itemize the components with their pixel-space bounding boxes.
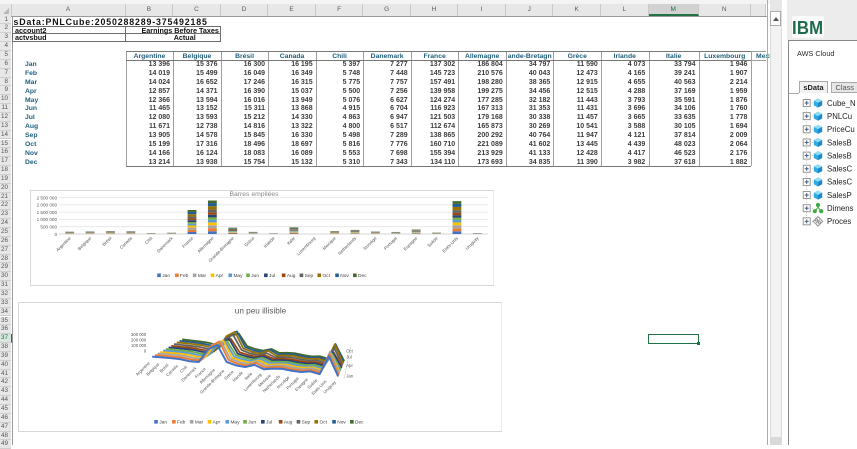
svg-text:Apr: Apr <box>346 363 353 368</box>
svg-text:1 500 000: 1 500 000 <box>36 210 57 215</box>
svg-text:Aug: Aug <box>284 419 293 425</box>
svg-text:Jul: Jul <box>266 419 272 425</box>
svg-text:Jul: Jul <box>346 354 352 359</box>
svg-text:Jan: Jan <box>159 419 167 425</box>
svg-text:Oct: Oct <box>322 273 330 279</box>
svg-text:Dimens: Dimens <box>827 204 854 213</box>
svg-text:Dec: Dec <box>358 273 367 279</box>
svg-text:SalesB: SalesB <box>827 151 852 160</box>
svg-text:Sep: Sep <box>304 273 313 279</box>
svg-text:Jan: Jan <box>346 373 354 378</box>
svg-text:100 000: 100 000 <box>131 343 147 348</box>
svg-text:Oct: Oct <box>319 419 327 425</box>
svg-text:Feb: Feb <box>177 419 186 425</box>
svg-text:Barres empilées: Barres empilées <box>229 191 279 198</box>
svg-text:May: May <box>233 273 243 279</box>
svg-text:Jun: Jun <box>251 273 259 279</box>
svg-text:Dec: Dec <box>355 419 364 425</box>
svg-text:Apr: Apr <box>212 419 220 425</box>
svg-text:Proces: Proces <box>827 217 851 226</box>
svg-text:SalesC: SalesC <box>827 178 853 187</box>
svg-text:May: May <box>230 419 240 425</box>
svg-text:Apr: Apr <box>215 273 223 279</box>
svg-text:Mar: Mar <box>195 419 204 425</box>
svg-text:Sep: Sep <box>301 419 310 425</box>
svg-text:1 000 000: 1 000 000 <box>36 217 57 222</box>
svg-text:Aug: Aug <box>286 273 295 279</box>
svg-text:un peu illisible: un peu illisible <box>235 306 287 315</box>
svg-text:2 500 000: 2 500 000 <box>36 195 57 200</box>
svg-text:200 000: 200 000 <box>131 337 147 342</box>
svg-text:Nov: Nov <box>340 273 349 279</box>
svg-text:Jul: Jul <box>269 273 275 279</box>
svg-text:0: 0 <box>54 232 57 237</box>
svg-text:2 000 000: 2 000 000 <box>36 203 57 208</box>
svg-text:SalesB: SalesB <box>827 138 852 147</box>
svg-text:PNLCu: PNLCu <box>827 112 852 121</box>
svg-text:Jan: Jan <box>162 273 170 279</box>
svg-text:Feb: Feb <box>180 273 189 279</box>
svg-text:SalesP: SalesP <box>827 191 852 200</box>
svg-text:PriceCu: PriceCu <box>827 125 855 134</box>
svg-text:Mar: Mar <box>197 273 206 279</box>
svg-text:Cube_N: Cube_N <box>827 99 856 108</box>
svg-text:500 000: 500 000 <box>40 225 57 230</box>
svg-text:300 000: 300 000 <box>131 332 147 337</box>
svg-text:Nov: Nov <box>337 419 346 425</box>
svg-text:Oct: Oct <box>346 348 353 353</box>
svg-text:Jun: Jun <box>248 419 256 425</box>
svg-text:SalesC: SalesC <box>827 165 853 174</box>
